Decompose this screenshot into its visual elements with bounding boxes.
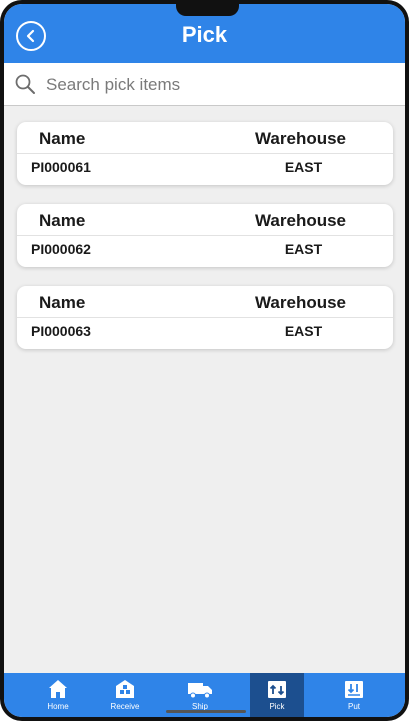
device-frame: Pick Name Warehouse PI000061 EAST Name xyxy=(0,0,409,721)
device-notch xyxy=(176,4,239,16)
tab-home-label: Home xyxy=(47,702,69,711)
warehouse-column-header: Warehouse xyxy=(255,293,347,312)
pick-item-list: Name Warehouse PI000061 EAST Name Wareho… xyxy=(17,122,393,368)
search-bar xyxy=(4,63,405,106)
pick-item-warehouse: EAST xyxy=(284,323,323,339)
tab-receive-label: Receive xyxy=(110,702,140,711)
pick-item-name: PI000061 xyxy=(31,159,91,175)
search-icon xyxy=(15,74,35,94)
search-input[interactable] xyxy=(46,71,391,99)
card-header-row: Name Warehouse xyxy=(17,204,393,236)
name-column-header: Name xyxy=(39,211,86,230)
pick-item-card[interactable]: Name Warehouse PI000063 EAST xyxy=(17,286,393,349)
receive-icon xyxy=(116,680,134,698)
home-icon xyxy=(49,680,67,698)
pick-item-name: PI000062 xyxy=(31,241,91,257)
name-column-header: Name xyxy=(39,129,86,148)
name-column-header: Name xyxy=(39,293,86,312)
home-indicator xyxy=(166,710,246,713)
card-header-row: Name Warehouse xyxy=(17,286,393,318)
tab-pick[interactable]: Pick xyxy=(250,673,304,717)
pick-item-name: PI000063 xyxy=(31,323,91,339)
warehouse-column-header: Warehouse xyxy=(255,129,347,148)
tab-pick-label: Pick xyxy=(269,702,285,711)
tab-receive[interactable]: Receive xyxy=(97,673,153,717)
pick-icon xyxy=(268,681,286,698)
card-header-row: Name Warehouse xyxy=(17,122,393,154)
tab-home[interactable]: Home xyxy=(30,673,86,717)
pick-item-card[interactable]: Name Warehouse PI000061 EAST xyxy=(17,122,393,185)
warehouse-column-header: Warehouse xyxy=(255,211,347,230)
pick-item-warehouse: EAST xyxy=(284,241,323,257)
app-screen: Pick Name Warehouse PI000061 EAST Name xyxy=(4,4,405,717)
tab-put-label: Put xyxy=(347,702,360,711)
pick-item-warehouse: EAST xyxy=(284,159,323,175)
tab-put[interactable]: Put xyxy=(326,673,382,717)
truck-icon xyxy=(188,683,212,699)
put-icon xyxy=(345,681,363,698)
page-title: Pick xyxy=(181,22,228,47)
pick-item-card[interactable]: Name Warehouse PI000062 EAST xyxy=(17,204,393,267)
